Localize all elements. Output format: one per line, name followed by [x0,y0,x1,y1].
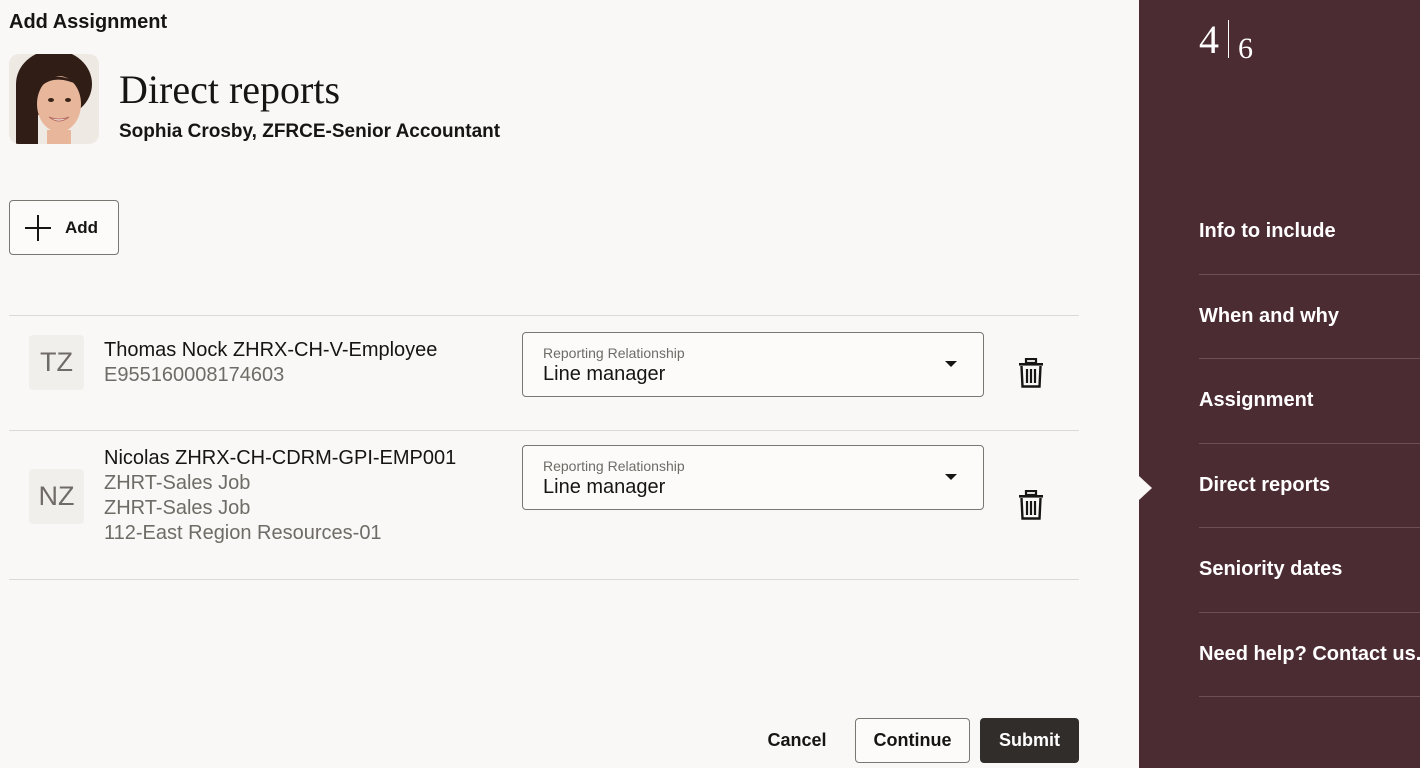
cancel-button[interactable]: Cancel [756,718,838,763]
step-seniority-dates[interactable]: Seniority dates [1199,528,1420,613]
select-value: Line manager [543,476,666,498]
person-detail: ZHRT-Sales Job [104,497,251,519]
trash-icon[interactable] [1017,357,1045,388]
chevron-down-icon [945,361,957,367]
page-title: Direct reports [119,67,341,112]
select-label: Reporting Relationship [543,458,685,474]
list-item: TZ Thomas Nock ZHRX-CH-V-Employee E95516… [9,315,1079,430]
add-button-label: Add [65,217,99,237]
page-subtitle: Sophia Crosby, ZFRCE-Senior Accountant [119,121,501,142]
person-detail: E955160008174603 [104,364,285,386]
continue-button[interactable]: Continue [855,718,970,763]
step-info-to-include[interactable]: Info to include [1199,190,1420,275]
step-total: 6 [1238,32,1253,65]
initials-avatar: NZ [29,469,84,524]
step-assignment[interactable]: Assignment [1199,359,1420,444]
person-info: Thomas Nock ZHRX-CH-V-Employee E95516000… [104,338,437,388]
add-button[interactable]: Add [9,200,119,255]
person-name: Thomas Nock ZHRX-CH-V-Employee [104,339,438,361]
select-value: Line manager [543,363,666,385]
person-name: Nicolas ZHRX-CH-CDRM-GPI-EMP001 [104,447,457,469]
guided-process-panel: 4 6 Info to include When and why Assignm… [1139,0,1420,768]
step-list: Info to include When and why Assignment … [1199,190,1420,697]
chevron-down-icon [945,474,957,480]
step-when-and-why[interactable]: When and why [1199,275,1420,359]
direct-reports-list: TZ Thomas Nock ZHRX-CH-V-Employee E95516… [9,315,1079,580]
reporting-relationship-select[interactable]: Reporting Relationship Line manager [522,332,984,397]
person-detail: ZHRT-Sales Job [104,472,251,494]
trash-icon[interactable] [1017,489,1045,520]
step-progress: 4 6 [1199,18,1253,64]
step-divider [1228,20,1229,58]
select-label: Reporting Relationship [543,345,685,361]
plus-icon [25,214,51,241]
main-content: Add Assignment Direct reports Sophia Cro… [0,0,1139,768]
active-step-pointer [1139,476,1152,500]
reporting-relationship-select[interactable]: Reporting Relationship Line manager [522,445,984,510]
app-title: Add Assignment [9,11,168,33]
list-item: NZ Nicolas ZHRX-CH-CDRM-GPI-EMP001 ZHRT-… [9,430,1079,580]
person-detail: 112-East Region Resources-01 [104,522,382,544]
avatar [9,54,99,144]
person-info: Nicolas ZHRX-CH-CDRM-GPI-EMP001 ZHRT-Sal… [104,446,456,546]
step-direct-reports[interactable]: Direct reports [1199,444,1420,528]
step-need-help[interactable]: Need help? Contact us. [1199,613,1420,697]
submit-button[interactable]: Submit [980,718,1079,763]
initials-avatar: TZ [29,335,84,390]
step-current: 4 [1199,17,1219,62]
